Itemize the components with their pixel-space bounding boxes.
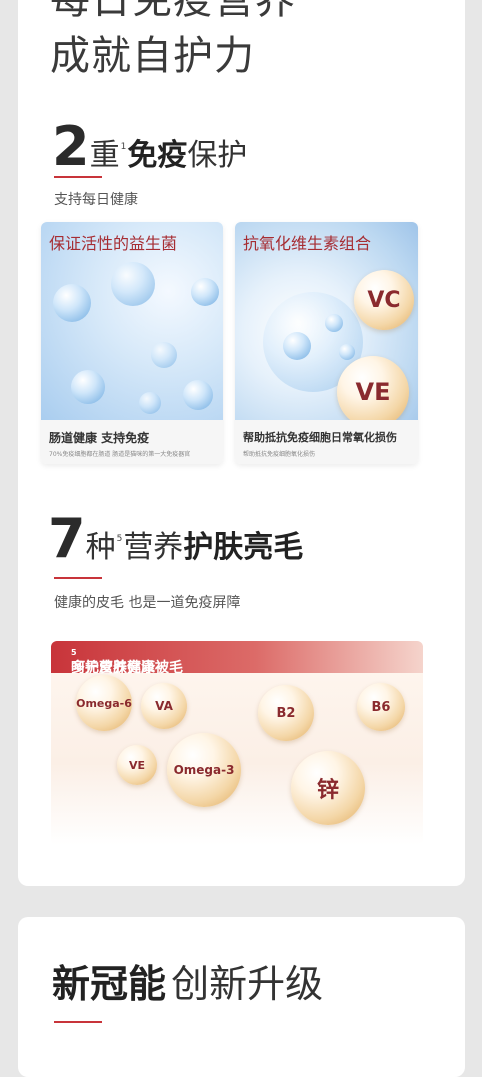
- vc-badge: VC: [354, 270, 414, 330]
- nutrient-banner-text: 多元营养亮泽被毛 5 呵护皮肤健康: [71, 648, 183, 676]
- zinc-bubble: 锌: [291, 751, 365, 825]
- section-coat-title: 7种5营养护肤亮毛: [48, 512, 303, 566]
- ve-badge: VE: [337, 356, 409, 428]
- section-new-title: 新冠能 创新升级: [52, 953, 323, 1008]
- molecule-sphere: [283, 332, 311, 360]
- bacteria-bubble: [139, 392, 161, 414]
- bacteria-bubble: [71, 370, 105, 404]
- accent-divider: [54, 176, 102, 178]
- molecule-sphere: [339, 344, 355, 360]
- section-immune-normal: 保护: [187, 138, 248, 173]
- bacteria-bubble: [151, 342, 177, 368]
- accent-divider: [54, 1021, 102, 1023]
- section-immune-number: 2: [52, 115, 90, 178]
- section-immune-subtitle: 支持每日健康: [54, 192, 138, 208]
- accent-divider: [54, 577, 102, 579]
- content-card-nutrition: 每日免疫营养 成就自护力 2重1免疫保护 支持每日健康 保证活性的益生菌 肠道健…: [18, 0, 465, 886]
- antioxidant-panel: VC VE 抗氧化维生素组合 帮助抵抗免疫细胞日常氧化损伤 帮助抵抗免疫细胞氧化…: [235, 222, 418, 464]
- section-new-normal: 创新升级: [171, 962, 324, 1006]
- bacteria-bubble: [111, 262, 155, 306]
- b6-bubble: B6: [357, 683, 405, 731]
- section-new-bold: 新冠能: [52, 962, 167, 1006]
- section-coat-normal: 营养: [123, 530, 184, 565]
- probiotic-caption: 肠道健康 支持免疫: [49, 431, 150, 445]
- nutrient-banner: 多元营养亮泽被毛 5 呵护皮肤健康 Omega-6 VA B2 B6 VE Omeg…: [51, 641, 423, 845]
- bacteria-bubble: [191, 278, 219, 306]
- omega6-bubble: Omega-6: [76, 675, 132, 731]
- section-immune-bold: 免疫: [127, 138, 188, 173]
- omega3-bubble: Omega-3: [167, 733, 241, 807]
- section-immune-footnote: 1: [120, 142, 127, 152]
- hero-line-1: 每日免疫营养: [50, 0, 296, 23]
- probiotic-panel: 保证活性的益生菌 肠道健康 支持免疫 70%免疫细胞都在肠道 肠道是猫咪的第一大…: [41, 222, 223, 464]
- section-coat-footnote: 5: [116, 534, 123, 544]
- content-card-upgrade: 新冠能 创新升级: [18, 917, 465, 1077]
- nutrient-banner-header: 多元营养亮泽被毛 5 呵护皮肤健康: [51, 641, 423, 676]
- section-coat-number: 7: [48, 507, 86, 570]
- section-coat-unit: 种: [85, 530, 116, 565]
- probiotic-title: 保证活性的益生菌: [49, 234, 178, 253]
- ve-bubble: VE: [117, 745, 157, 785]
- molecule-sphere: [325, 314, 343, 332]
- va-bubble: VA: [141, 683, 187, 729]
- antioxidant-note: 帮助抵抗免疫细胞氧化损伤: [243, 451, 316, 458]
- section-immune-title: 2重1免疫保护: [52, 120, 247, 174]
- section-immune-unit: 重: [89, 138, 120, 173]
- bacteria-bubble: [183, 380, 213, 410]
- b2-bubble: B2: [258, 685, 314, 741]
- section-coat-subtitle: 健康的皮毛 也是一道免疫屏障: [54, 595, 241, 611]
- bacteria-bubble: [53, 284, 91, 322]
- hero-line-2: 成就自护力: [50, 33, 255, 79]
- probiotic-note: 70%免疫细胞都在肠道 肠道是猫咪的第一大免疫器官: [49, 451, 191, 458]
- antioxidant-caption: 帮助抵抗免疫细胞日常氧化损伤: [243, 431, 397, 444]
- antioxidant-title: 抗氧化维生素组合: [243, 234, 372, 253]
- section-coat-bold: 护肤亮毛: [183, 530, 304, 565]
